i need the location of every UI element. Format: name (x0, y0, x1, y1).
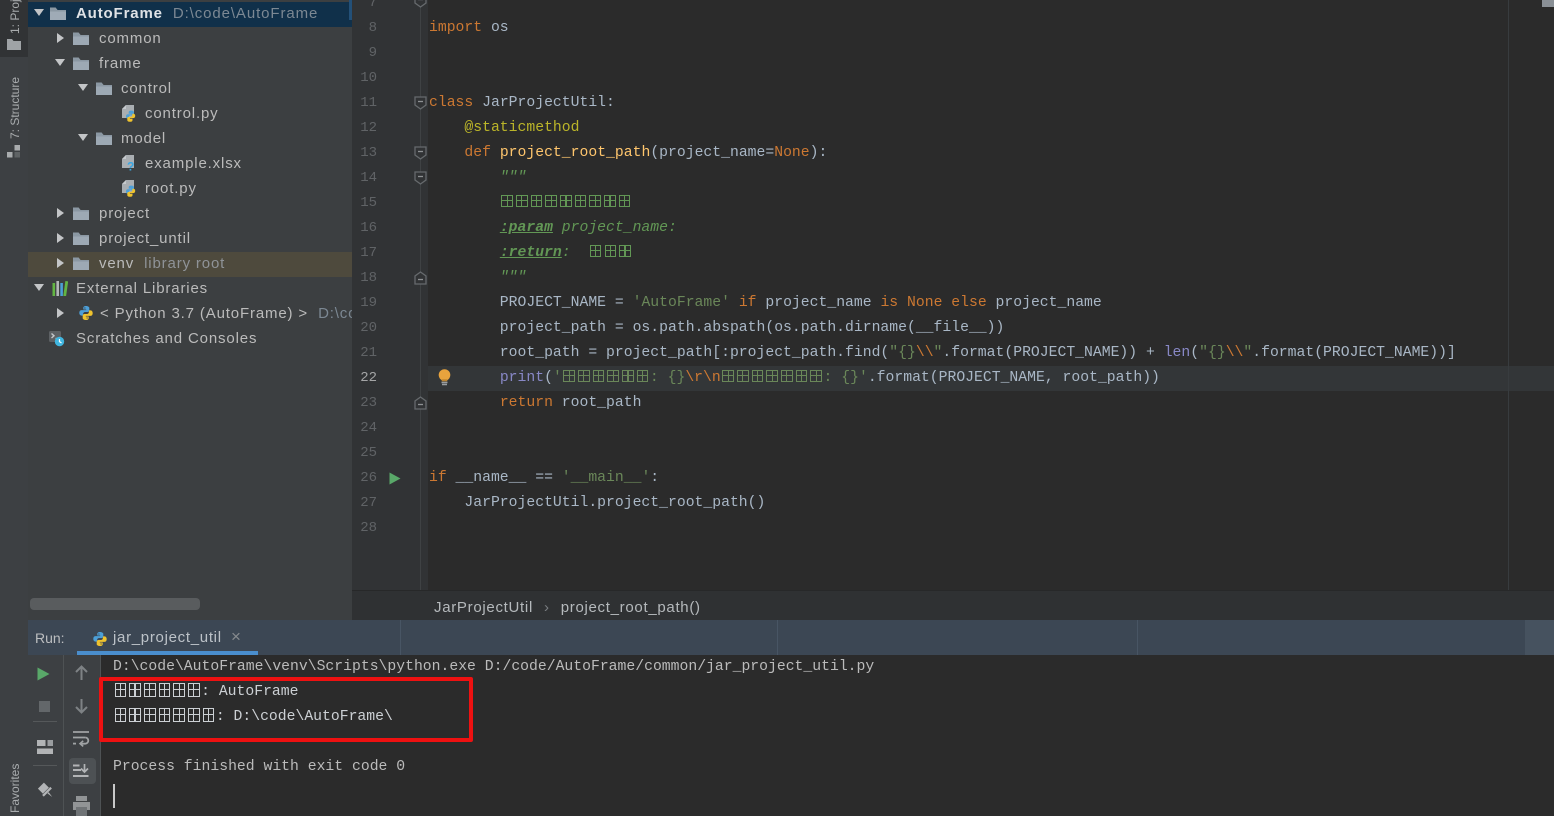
svg-text:?: ? (127, 160, 135, 173)
